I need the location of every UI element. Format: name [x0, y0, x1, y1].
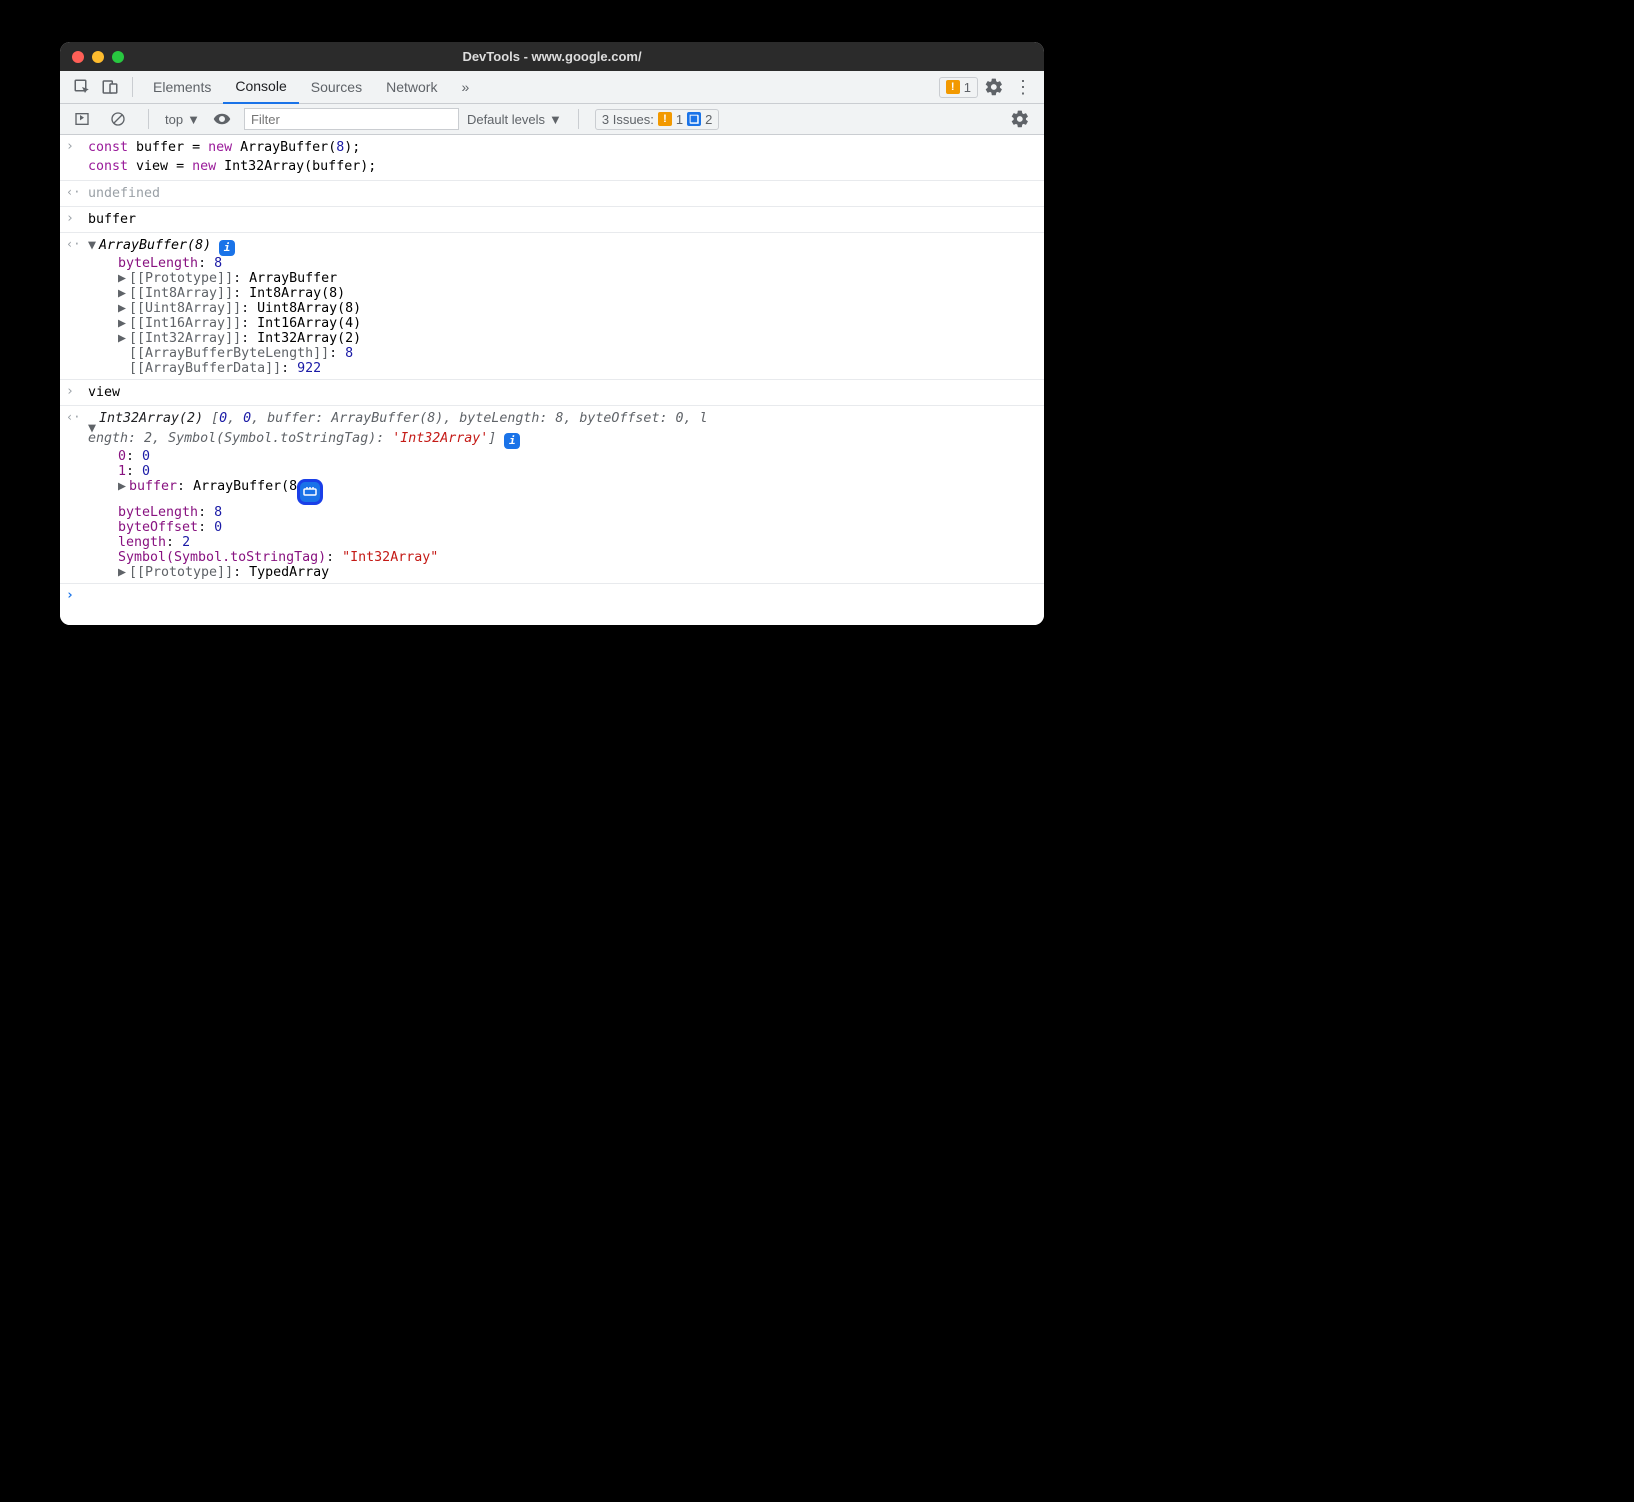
tab-elements[interactable]: Elements — [141, 71, 223, 104]
tab-sources[interactable]: Sources — [299, 71, 374, 104]
object-header[interactable]: ArrayBuffer(8) — [99, 238, 211, 253]
output-icon: ‹· — [66, 410, 80, 424]
chevron-down-icon: ▼ — [549, 112, 562, 127]
separator — [578, 109, 579, 129]
console-toolbar: top ▼ Default levels ▼ 3 Issues: ! 1 ❏ 2 — [60, 104, 1044, 135]
tab-console[interactable]: Console — [223, 71, 298, 104]
console-prompt[interactable]: › — [60, 583, 1044, 619]
device-icon[interactable] — [96, 73, 124, 101]
warning-icon: ! — [946, 80, 960, 94]
info-chip-icon[interactable]: i — [504, 433, 520, 449]
sidebar-toggle-icon[interactable] — [68, 105, 96, 133]
prompt-icon: › — [66, 588, 74, 603]
tab-network[interactable]: Network — [374, 71, 449, 104]
console-input-row[interactable]: › buffer — [60, 207, 1044, 233]
console-body: › const buffer = new ArrayBuffer(8); con… — [60, 135, 1044, 625]
disclosure-triangle-icon[interactable]: ▶ — [118, 271, 129, 286]
info-chip-icon[interactable]: i — [219, 240, 235, 256]
disclosure-triangle-icon[interactable]: ▶ — [118, 565, 129, 580]
filter-input[interactable] — [244, 108, 459, 130]
disclosure-triangle-icon[interactable]: ▼ — [88, 419, 99, 438]
console-input-row[interactable]: › const buffer = new ArrayBuffer(8); con… — [60, 135, 1044, 181]
eye-icon[interactable] — [208, 105, 236, 133]
settings-icon[interactable] — [984, 77, 1004, 97]
separator — [148, 109, 149, 129]
object-header[interactable]: Int32Array(2) — [99, 411, 211, 426]
main-toolbar: Elements Console Sources Network » ! 1 ⋮ — [60, 71, 1044, 104]
titlebar: DevTools - www.google.com/ — [60, 42, 1044, 71]
kebab-icon[interactable]: ⋮ — [1014, 77, 1032, 98]
issues-badge-top[interactable]: ! 1 — [939, 77, 978, 98]
info-icon: ❏ — [687, 112, 701, 126]
separator — [132, 77, 133, 97]
console-output-row[interactable]: ‹· ▼Int32Array(2) [0, 0, buffer: ArrayBu… — [60, 406, 1044, 582]
prompt-icon: › — [66, 384, 74, 399]
context-dropdown[interactable]: top ▼ — [165, 112, 200, 127]
levels-dropdown[interactable]: Default levels ▼ — [467, 112, 562, 127]
prompt-icon: › — [66, 211, 74, 226]
console-settings-icon[interactable] — [1010, 109, 1030, 129]
disclosure-triangle-icon[interactable]: ▶ — [118, 479, 129, 494]
chevron-down-icon: ▼ — [187, 112, 200, 127]
console-output-row: ‹· undefined — [60, 181, 1044, 207]
output-icon: ‹· — [66, 237, 80, 251]
inspect-icon[interactable] — [68, 73, 96, 101]
disclosure-triangle-icon[interactable]: ▶ — [118, 331, 129, 346]
tab-more[interactable]: » — [449, 71, 481, 104]
prompt-icon: › — [66, 139, 74, 154]
output-icon: ‹· — [66, 185, 80, 199]
clear-icon[interactable] — [104, 105, 132, 133]
disclosure-triangle-icon[interactable]: ▶ — [118, 286, 129, 301]
memory-inspector-icon[interactable] — [297, 479, 323, 505]
disclosure-triangle-icon[interactable]: ▼ — [88, 236, 99, 255]
disclosure-triangle-icon[interactable]: ▶ — [118, 301, 129, 316]
warn-count: 1 — [964, 80, 971, 95]
console-output-row[interactable]: ‹· ▼ArrayBuffer(8) i byteLength: 8 ▶[[Pr… — [60, 233, 1044, 380]
console-input-row[interactable]: › view — [60, 380, 1044, 406]
window-title: DevTools - www.google.com/ — [60, 49, 1044, 64]
disclosure-triangle-icon[interactable]: ▶ — [118, 316, 129, 331]
warning-icon: ! — [658, 112, 672, 126]
issues-summary[interactable]: 3 Issues: ! 1 ❏ 2 — [595, 109, 720, 130]
devtools-window: DevTools - www.google.com/ Elements Cons… — [60, 42, 1044, 625]
